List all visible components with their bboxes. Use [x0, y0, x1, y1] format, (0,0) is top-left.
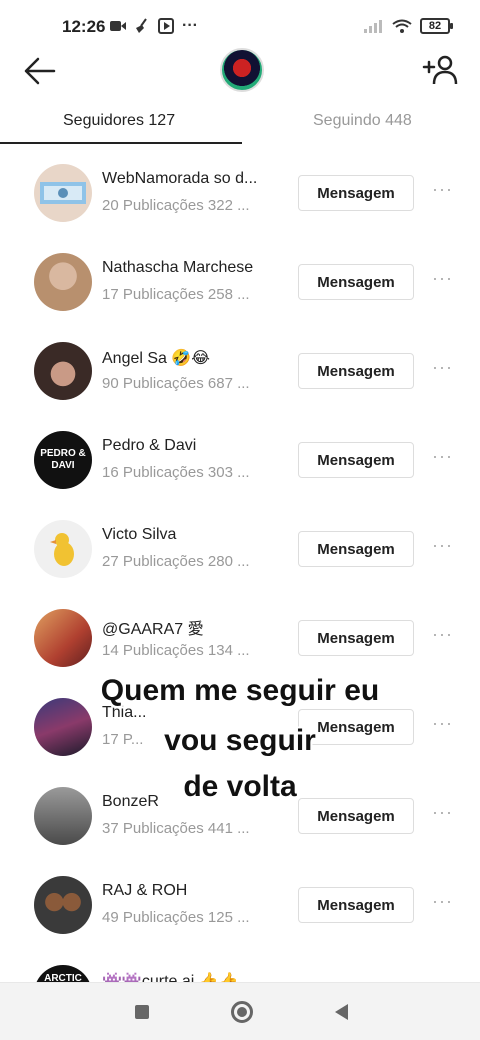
more-options-icon[interactable]: ···: [432, 269, 456, 288]
cell-signal-icon: [364, 20, 382, 33]
list-item[interactable]: Nathascha Marchese 17 Publicações 258 ..…: [0, 237, 480, 326]
home-icon[interactable]: [231, 1001, 253, 1023]
more-options-icon[interactable]: ···: [432, 447, 456, 466]
active-tab-indicator: [0, 142, 242, 144]
tab-following[interactable]: Seguindo 448: [313, 112, 412, 130]
profile-avatar[interactable]: [220, 48, 264, 92]
caption-line-1: Quem me seguir eu: [100, 674, 380, 707]
battery-icon: 82: [420, 18, 453, 34]
tab-followers[interactable]: Seguidores 127: [63, 112, 175, 130]
list-item[interactable]: WebNamorada so d... 20 Publicações 322 .…: [0, 148, 480, 237]
follower-meta: 20 Publicações 322 ...: [102, 197, 250, 214]
message-button[interactable]: Mensagem: [298, 531, 414, 567]
more-options-icon[interactable]: ···: [432, 625, 456, 644]
message-button[interactable]: Mensagem: [298, 175, 414, 211]
follower-name: RAJ & ROH: [102, 882, 188, 899]
top-header: [0, 48, 480, 94]
more-options-icon[interactable]: ···: [432, 358, 456, 377]
list-item[interactable]: RAJ & ROH 49 Publicações 125 ... Mensage…: [0, 860, 480, 949]
play-app-icon: [158, 18, 174, 34]
follower-name: Angel Sa 🤣😂: [102, 350, 210, 367]
follower-name: Pedro & Davi: [102, 437, 197, 454]
message-button[interactable]: Mensagem: [298, 620, 414, 656]
list-item[interactable]: Victo Silva 27 Publicações 280 ... Mensa…: [0, 504, 480, 593]
more-options-icon[interactable]: ···: [432, 892, 456, 911]
follower-meta: 14 Publicações 134 ...: [102, 642, 250, 659]
more-notifications-icon: ···: [182, 17, 198, 34]
follower-meta: 90 Publicações 687 ...: [102, 375, 250, 392]
caption-line-3: de volta: [183, 770, 297, 803]
avatar[interactable]: PEDRO & DAVI: [34, 431, 92, 489]
status-time: 12:26: [62, 17, 106, 36]
follower-name: WebNamorada so d...: [102, 170, 258, 187]
avatar[interactable]: [34, 253, 92, 311]
follower-meta: 16 Publicações 303 ...: [102, 464, 250, 481]
add-user-icon[interactable]: [422, 54, 458, 86]
wifi-icon: [392, 19, 412, 33]
more-options-icon[interactable]: ···: [432, 803, 456, 822]
status-bar: 12:26 ··· 82: [0, 0, 480, 50]
follower-meta: 49 Publicações 125 ...: [102, 909, 250, 926]
follower-name: Nathascha Marchese: [102, 259, 254, 276]
follower-name: @GAARA7 愛: [102, 621, 204, 638]
recent-apps-icon[interactable]: [135, 1005, 149, 1019]
avatar-logo-text: PEDRO & DAVI: [40, 448, 86, 471]
follower-name: Victo Silva: [102, 526, 177, 543]
back-triangle-icon[interactable]: [335, 1004, 348, 1020]
video-camera-icon: [110, 21, 126, 31]
avatar[interactable]: [34, 164, 92, 222]
broom-icon: [136, 18, 147, 33]
avatar[interactable]: [34, 609, 92, 667]
more-options-icon[interactable]: ···: [432, 536, 456, 555]
more-options-icon[interactable]: ···: [432, 180, 456, 199]
follower-meta: 27 Publicações 280 ...: [102, 553, 250, 570]
message-button[interactable]: Mensagem: [298, 887, 414, 923]
follow-tabs: Seguidores 127 Seguindo 448: [0, 104, 480, 144]
message-button[interactable]: Mensagem: [298, 264, 414, 300]
system-navigation-bar: [0, 982, 480, 1040]
avatar[interactable]: [34, 342, 92, 400]
follower-meta: 17 Publicações 258 ...: [102, 286, 250, 303]
list-item[interactable]: PEDRO & DAVI Pedro & Davi 16 Publicações…: [0, 415, 480, 504]
list-item[interactable]: Angel Sa 🤣😂 90 Publicações 687 ... Mensa…: [0, 326, 480, 415]
message-button[interactable]: Mensagem: [298, 442, 414, 478]
follower-meta: 37 Publicações 441 ...: [102, 820, 250, 837]
caption-line-2: vou seguir: [164, 724, 316, 757]
avatar[interactable]: [34, 520, 92, 578]
back-arrow-icon[interactable]: [22, 56, 58, 86]
message-button[interactable]: Mensagem: [298, 353, 414, 389]
list-item[interactable]: @GAARA7 愛 14 Publicações 134 ... Mensage…: [0, 593, 480, 682]
avatar[interactable]: [34, 876, 92, 934]
